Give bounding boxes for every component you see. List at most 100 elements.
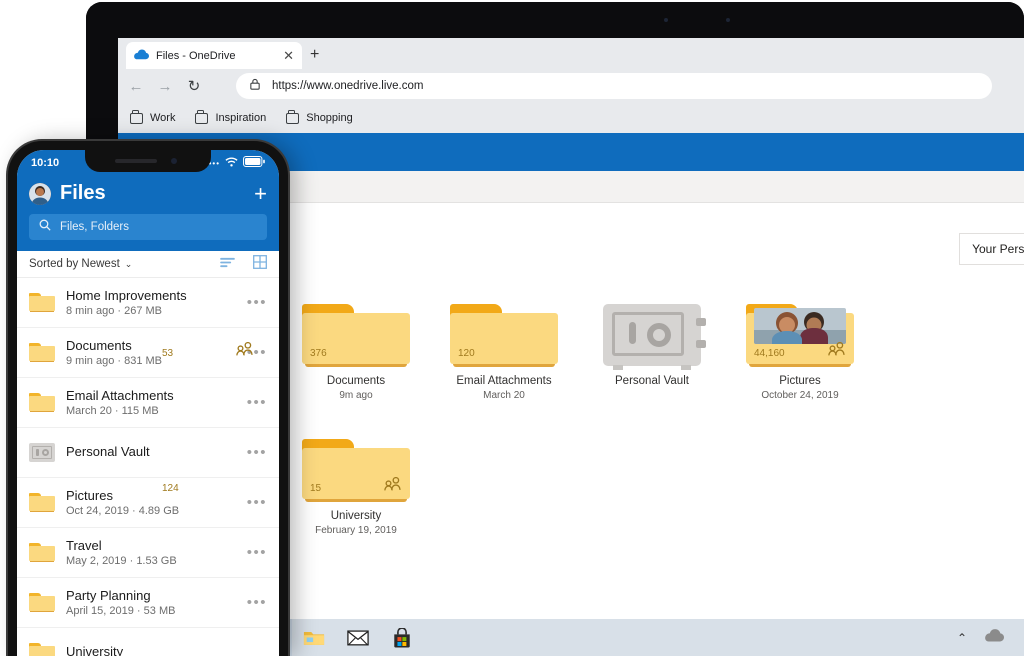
bookmark-label: Shopping bbox=[306, 112, 353, 124]
phone-screen: 10:10 •••• Files + Files, Folders Sorted… bbox=[17, 150, 279, 656]
folder-icon bbox=[29, 393, 55, 412]
avatar[interactable] bbox=[29, 182, 51, 205]
system-tray: ⌃ bbox=[957, 628, 1024, 647]
list-item-text: University bbox=[66, 644, 267, 656]
back-arrow-icon[interactable]: ← bbox=[128, 78, 144, 95]
chevron-up-icon[interactable]: ⌃ bbox=[957, 631, 967, 645]
browser-tabstrip: Files - OneDrive ✕ + bbox=[118, 38, 1024, 69]
list-item-meta: May 2, 2019 · 1.53 GB bbox=[66, 555, 177, 567]
item-count: 120 bbox=[458, 348, 475, 359]
tile-subtitle: February 19, 2019 bbox=[315, 525, 397, 536]
onedrive-cloud-icon[interactable] bbox=[985, 628, 1004, 647]
phone-notch bbox=[85, 150, 211, 172]
bookmark-inspiration[interactable]: Inspiration bbox=[195, 110, 267, 124]
bookmark-work[interactable]: Work bbox=[130, 110, 176, 124]
earpiece-speaker bbox=[115, 159, 157, 163]
folder-icon bbox=[29, 343, 55, 362]
overflow-menu-icon[interactable]: ••• bbox=[247, 394, 267, 411]
taskbar-mail-icon[interactable] bbox=[336, 619, 380, 656]
sort-dropdown[interactable]: Sorted by Newest ⌄ bbox=[29, 258, 132, 270]
phone-sort-row: Sorted by Newest ⌄ bbox=[17, 251, 279, 278]
folder-tile-email-attachments[interactable]: 120 Email Attachments March 20 bbox=[430, 288, 578, 401]
phone-app-header: Files + Files, Folders bbox=[17, 176, 279, 251]
personal-vault-button[interactable]: Your Perso bbox=[959, 233, 1024, 265]
filter-lines-icon[interactable] bbox=[220, 255, 235, 273]
close-icon[interactable]: ✕ bbox=[283, 49, 294, 62]
folder-tile-personal-vault[interactable]: Personal Vault bbox=[578, 288, 726, 401]
search-input[interactable]: Files, Folders bbox=[29, 214, 267, 240]
folder-icon-with-photo: 44,160 bbox=[746, 304, 854, 367]
safe-vault-icon bbox=[29, 443, 55, 462]
chevron-down-icon: ⌄ bbox=[124, 258, 133, 269]
bookmark-label: Inspiration bbox=[215, 112, 267, 124]
shared-people-icon bbox=[384, 476, 402, 496]
item-count: 376 bbox=[310, 348, 327, 359]
tile-name: Pictures bbox=[779, 375, 821, 387]
list-item[interactable]: University bbox=[17, 628, 279, 656]
webcam-sensor-icon bbox=[726, 18, 730, 22]
new-tab-button[interactable]: + bbox=[310, 47, 319, 63]
taskbar-file-explorer-icon[interactable] bbox=[292, 619, 336, 656]
search-icon bbox=[39, 218, 51, 236]
reload-icon[interactable]: ↻ bbox=[186, 78, 202, 95]
overflow-menu-icon[interactable]: ••• bbox=[247, 594, 267, 611]
bookmark-label: Work bbox=[150, 112, 176, 124]
tile-name: Email Attachments bbox=[456, 375, 552, 387]
list-item-name: Pictures bbox=[66, 488, 113, 503]
list-item[interactable]: Party Planning April 15, 2019 · 53 MB ••… bbox=[17, 578, 279, 628]
folder-icon bbox=[130, 110, 143, 124]
tile-artwork: 120 bbox=[450, 288, 558, 367]
tile-artwork: 376 bbox=[302, 288, 410, 367]
folder-icon bbox=[286, 110, 300, 124]
list-item-text: Personal Vault bbox=[66, 444, 236, 461]
overflow-menu-icon[interactable]: ••• bbox=[247, 494, 267, 511]
grid-view-icon[interactable] bbox=[253, 254, 267, 274]
item-count: 53 bbox=[162, 348, 174, 359]
add-button[interactable]: + bbox=[254, 182, 267, 205]
forward-arrow-icon[interactable]: → bbox=[157, 78, 173, 95]
shared-people-icon bbox=[236, 341, 254, 361]
phone-device: 10:10 •••• Files + Files, Folders Sorted… bbox=[8, 141, 288, 656]
tile-subtitle: October 24, 2019 bbox=[761, 390, 839, 401]
list-item-text: Email Attachments March 20 · 115 MB bbox=[66, 388, 236, 417]
list-item-meta: 9 min ago · 831 MB bbox=[66, 355, 162, 367]
list-item-name: Home Improvements bbox=[66, 288, 187, 303]
laptop-bezel bbox=[86, 2, 1024, 38]
overflow-menu-icon[interactable]: ••• bbox=[247, 544, 267, 561]
bookmark-shopping[interactable]: Shopping bbox=[286, 110, 353, 124]
taskbar-microsoft-store-icon[interactable] bbox=[380, 619, 424, 656]
shared-people-icon bbox=[828, 341, 846, 361]
tile-name: University bbox=[330, 510, 382, 522]
folder-icon bbox=[29, 293, 55, 312]
folder-icon bbox=[29, 643, 55, 656]
folder-icon bbox=[29, 543, 55, 562]
list-item[interactable]: Pictures Oct 24, 2019 · 4.89 GB ••• bbox=[17, 478, 279, 528]
address-bar[interactable]: https://www.onedrive.live.com bbox=[236, 73, 992, 99]
item-count: 15 bbox=[310, 483, 322, 494]
address-bar-url: https://www.onedrive.live.com bbox=[272, 80, 424, 92]
status-time: 10:10 bbox=[31, 157, 60, 169]
tile-subtitle: 9m ago bbox=[339, 390, 373, 401]
overflow-menu-icon[interactable]: ••• bbox=[247, 444, 267, 461]
safe-vault-icon bbox=[603, 304, 706, 370]
webcam-dot-icon bbox=[664, 18, 668, 22]
tile-artwork: 15 bbox=[302, 423, 410, 502]
folder-tile-pictures[interactable]: 44,160 Pictures October 24, 2019 bbox=[726, 288, 874, 401]
overflow-menu-icon[interactable]: ••• bbox=[247, 294, 267, 311]
list-item[interactable]: Travel May 2, 2019 · 1.53 GB ••• bbox=[17, 528, 279, 578]
folder-icon bbox=[29, 493, 55, 512]
browser-tab-files-onedrive[interactable]: Files - OneDrive ✕ bbox=[126, 42, 302, 69]
folder-icon bbox=[195, 110, 209, 124]
list-item[interactable]: Home Improvements 8 min ago · 267 MB ••• bbox=[17, 278, 279, 328]
folder-icon bbox=[29, 593, 55, 612]
search-placeholder: Files, Folders bbox=[60, 221, 130, 233]
list-item-name: Email Attachments bbox=[66, 388, 174, 403]
browser-chrome: Files - OneDrive ✕ + ← → ↻ https://www.o… bbox=[118, 38, 1024, 133]
list-item[interactable]: Personal Vault ••• bbox=[17, 428, 279, 478]
tile-name: Personal Vault bbox=[615, 375, 689, 387]
folder-icon: 15 bbox=[302, 439, 410, 502]
folder-tile-documents[interactable]: 376 Documents 9m ago bbox=[282, 288, 430, 401]
folder-tile-university[interactable]: 15 University February 19, 2019 bbox=[282, 423, 430, 536]
list-item[interactable]: Email Attachments March 20 · 115 MB ••• bbox=[17, 378, 279, 428]
list-item-text: Pictures Oct 24, 2019 · 4.89 GB bbox=[66, 488, 236, 517]
